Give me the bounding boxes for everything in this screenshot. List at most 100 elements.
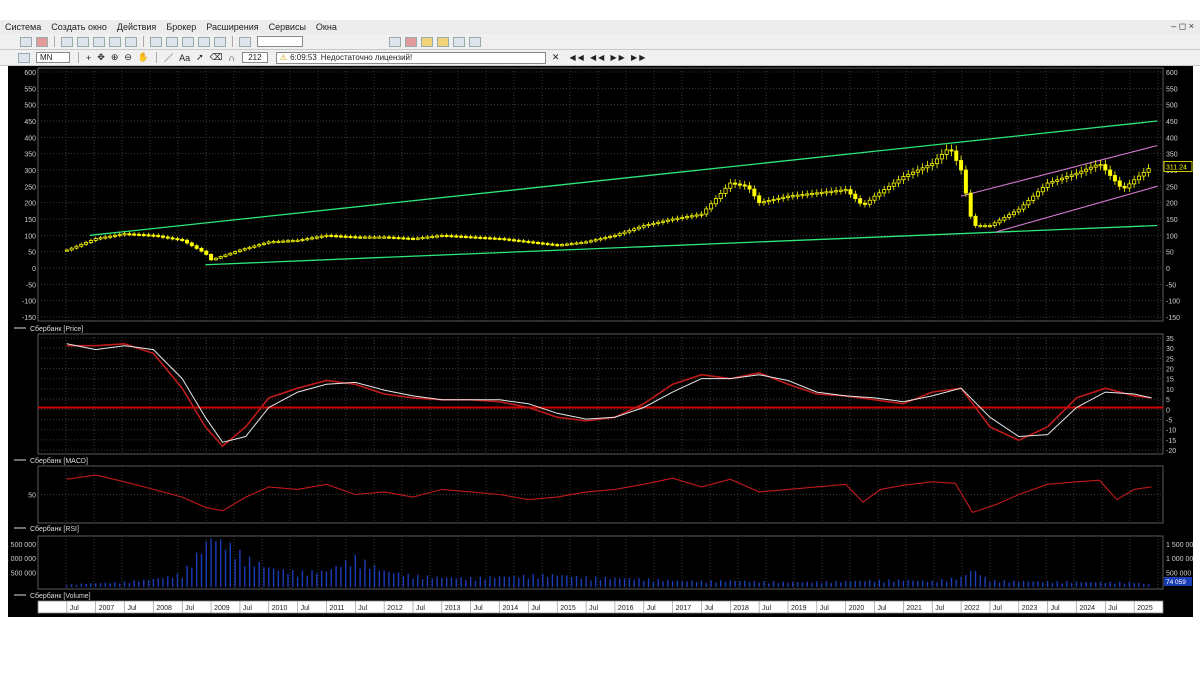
price-right-tick: 150 bbox=[1166, 217, 1178, 224]
menu-item-new-window[interactable]: Создать окно bbox=[46, 22, 112, 32]
candle-body bbox=[709, 203, 714, 210]
arrow-tool-icon[interactable]: ➚ bbox=[196, 52, 204, 63]
candle-body bbox=[473, 236, 478, 239]
scroll-navigation[interactable]: ◀◀ ◀◀ ▶▶ ▶▶ bbox=[569, 53, 647, 62]
candle-body bbox=[819, 191, 824, 194]
lock-icon[interactable] bbox=[469, 36, 481, 47]
candle-body bbox=[247, 246, 252, 250]
chart-window-icon[interactable] bbox=[93, 36, 105, 47]
list-icon[interactable] bbox=[214, 36, 226, 47]
candle-body bbox=[843, 189, 848, 192]
hand-icon[interactable]: ✋ bbox=[138, 52, 149, 63]
candle-body bbox=[338, 235, 343, 238]
candle-body bbox=[1045, 182, 1050, 188]
chart-type-icon[interactable] bbox=[18, 52, 30, 63]
time-axis-label: Jul bbox=[301, 605, 310, 612]
chart-toolbar: MN + ✥ ⊕ ⊖ ✋ ／ Aa ➚ ⌫ ∩ 212 ⚠ 6:09:53 Не… bbox=[0, 50, 1200, 66]
zoom-out-icon[interactable]: ⊖ bbox=[124, 52, 132, 63]
time-axis-label: Jul bbox=[647, 605, 656, 612]
volume-panel[interactable]: 1 500 000 1 500 000 1 000 000 1 000 000 500 … bbox=[5, 535, 1197, 600]
orders-icon[interactable] bbox=[109, 36, 121, 47]
time-axis-label: Jul bbox=[70, 605, 79, 612]
alert-icon[interactable] bbox=[405, 36, 417, 47]
candle-body bbox=[391, 236, 396, 239]
counter-field[interactable]: 212 bbox=[241, 52, 268, 63]
portfolio-icon[interactable] bbox=[389, 36, 401, 47]
zoom-in-icon[interactable]: ⊕ bbox=[111, 52, 119, 63]
candle-body bbox=[1021, 204, 1026, 210]
search-input[interactable] bbox=[257, 36, 303, 47]
rsi-panel[interactable]: 50 Сбербанк [RSI] bbox=[14, 465, 1164, 533]
candle-body bbox=[761, 201, 766, 204]
candle-body bbox=[1127, 183, 1132, 189]
macd-right-tick: -10 bbox=[1166, 428, 1176, 435]
candle-body bbox=[939, 153, 944, 160]
time-axis-label: 2016 bbox=[618, 605, 634, 612]
text-font-button[interactable]: Aa bbox=[179, 53, 190, 63]
window-controls[interactable]: – ◻ × bbox=[1171, 21, 1194, 32]
trades-icon[interactable] bbox=[125, 36, 137, 47]
candle-body bbox=[319, 235, 324, 238]
candle-body bbox=[742, 184, 747, 187]
candle-body bbox=[88, 240, 93, 243]
candle-body bbox=[285, 240, 290, 243]
news-icon[interactable] bbox=[421, 36, 433, 47]
menu-item-extensions[interactable]: Расширения bbox=[201, 22, 263, 32]
menu-item-services[interactable]: Сервисы bbox=[264, 22, 311, 32]
candle-body bbox=[358, 236, 363, 239]
folder-icon[interactable] bbox=[437, 36, 449, 47]
move-icon[interactable]: ✥ bbox=[97, 52, 105, 63]
menu-item-system[interactable]: Система bbox=[0, 22, 46, 32]
candle-body bbox=[872, 195, 877, 201]
close-icon[interactable]: ✕ bbox=[552, 52, 560, 63]
candle-body bbox=[915, 169, 920, 173]
candle-body bbox=[608, 236, 613, 239]
candle-body bbox=[665, 219, 670, 222]
menu-item-windows[interactable]: Окна bbox=[311, 22, 342, 32]
candle-body bbox=[209, 253, 214, 261]
candle-body bbox=[713, 198, 718, 205]
table-icon[interactable] bbox=[77, 36, 89, 47]
macd-right-tick: 0 bbox=[1166, 407, 1170, 414]
candle-body bbox=[603, 237, 608, 240]
candle-body bbox=[483, 237, 488, 240]
candle-body bbox=[896, 179, 901, 184]
candle-body bbox=[925, 165, 930, 169]
print-icon[interactable] bbox=[453, 36, 465, 47]
chart-canvas[interactable]: 6006005505505005004504504004003503503003… bbox=[5, 66, 1197, 617]
search-icon[interactable] bbox=[239, 36, 251, 47]
candle-body bbox=[367, 236, 372, 239]
crosshair-icon[interactable]: + bbox=[86, 53, 91, 63]
settings-icon[interactable] bbox=[198, 36, 210, 47]
menu-item-actions[interactable]: Действия bbox=[112, 22, 161, 32]
time-axis-label: 2021 bbox=[906, 605, 922, 612]
candle-body bbox=[218, 256, 223, 259]
candle-body bbox=[415, 237, 420, 240]
candle-body bbox=[636, 226, 641, 230]
candle-body bbox=[305, 238, 310, 241]
line-tool-icon[interactable]: ／ bbox=[164, 51, 173, 64]
period-select[interactable]: MN bbox=[36, 52, 70, 63]
candle-body bbox=[271, 241, 276, 244]
text-tool-icon[interactable] bbox=[166, 36, 178, 47]
candle-body bbox=[1146, 168, 1151, 173]
chart-area[interactable]: 6006005505505005004504504004003503503003… bbox=[5, 66, 1197, 617]
macd-right-tick: -20 bbox=[1166, 448, 1176, 455]
info-icon[interactable] bbox=[150, 36, 162, 47]
macd-panel[interactable]: 35 30 25 20 15 10 5 0 -5 -10 -15 -20 Сбербанк [MACD] bbox=[14, 333, 1176, 465]
menu-item-broker[interactable]: Брокер bbox=[161, 22, 201, 32]
price-panel[interactable]: 6006005505505005004504504004003503503003… bbox=[14, 67, 1193, 333]
candle-body bbox=[973, 215, 978, 226]
price-right-tick: 600 bbox=[1166, 70, 1178, 77]
magnet-icon[interactable]: ∩ bbox=[228, 53, 234, 63]
time-axis-label: 2007 bbox=[99, 605, 115, 612]
disconnect-icon[interactable] bbox=[36, 36, 48, 47]
window-icon[interactable] bbox=[61, 36, 73, 47]
grid-icon[interactable] bbox=[182, 36, 194, 47]
candle-body bbox=[1036, 191, 1041, 197]
candle-body bbox=[1132, 179, 1137, 185]
eraser-icon[interactable]: ⌫ bbox=[210, 52, 223, 63]
connect-icon[interactable] bbox=[20, 36, 32, 47]
price-right-tick: -150 bbox=[1166, 315, 1180, 322]
time-axis-label: Jul bbox=[358, 605, 367, 612]
